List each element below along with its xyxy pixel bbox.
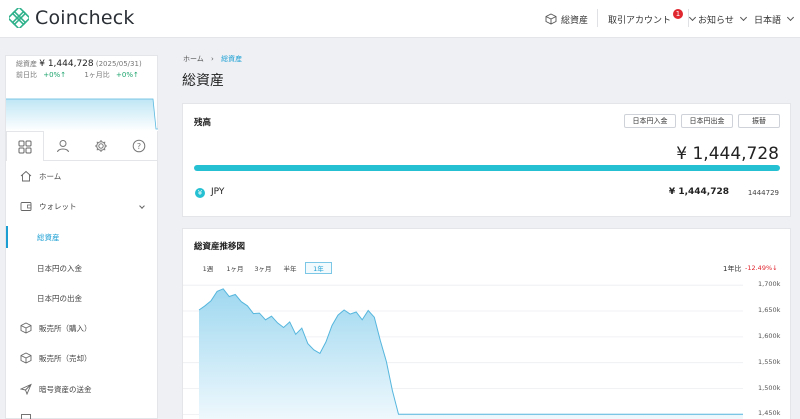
balance-total: ¥ 1,444,728	[676, 144, 779, 164]
cube-icon	[19, 321, 33, 335]
sidebar-item-label: 販売所（購入）	[39, 323, 92, 333]
breadcrumb-home[interactable]: ホーム	[183, 55, 204, 63]
range-1m-button[interactable]: 1ヶ月	[224, 262, 246, 274]
grid-icon	[18, 140, 32, 153]
notification-badge: 1	[673, 9, 684, 19]
gear-icon	[95, 140, 107, 152]
list-icon	[19, 412, 33, 419]
sidebar-item-home[interactable]: ホーム	[6, 161, 158, 191]
cube-icon	[19, 351, 33, 365]
sidebar-item-label: 日本円の入金	[37, 263, 82, 273]
summary-total-value: ¥ 1,444,728	[39, 59, 94, 69]
asset-area	[199, 288, 743, 419]
change-label: 1年比	[723, 265, 742, 273]
sidebar-item-jpy-withdraw[interactable]: 日本円の出金	[6, 283, 158, 313]
summary-date: (2025/05/31)	[95, 60, 142, 68]
nav-total-assets-label: 総資産	[561, 15, 589, 26]
page-title: 総資産	[182, 73, 224, 89]
chevron-down-icon	[139, 203, 145, 209]
range-6m-button[interactable]: 半年	[280, 262, 300, 274]
cube-icon	[545, 13, 557, 25]
nav-total-assets[interactable]: 総資産	[545, 9, 588, 29]
wallet-icon	[19, 199, 33, 213]
tab-help[interactable]: ?	[120, 131, 158, 161]
tab-account[interactable]	[44, 131, 82, 161]
currency-amount: 1444729	[747, 189, 779, 197]
range-1y-button[interactable]: 1年	[305, 262, 332, 274]
tab-menu[interactable]	[6, 131, 44, 161]
history-title: 総資産推移図	[194, 242, 246, 252]
sidebar-item-partial[interactable]	[6, 404, 158, 419]
mini-asset-chart	[6, 98, 158, 131]
balance-title: 残高	[194, 118, 212, 128]
sidebar: 総資産 ¥ 1,444,728 (2025/05/31) 前日比 +0%↑ 1ヶ…	[5, 55, 158, 419]
change-value: -12.49%↓	[745, 264, 778, 272]
language-selector[interactable]: 日本語	[754, 9, 795, 29]
transfer-button[interactable]: 振替	[738, 114, 780, 128]
chevron-down-icon	[688, 13, 697, 21]
user-icon	[57, 140, 69, 153]
sidebar-item-total-assets[interactable]: 総資産	[6, 222, 158, 252]
summary-total-row: 総資産 ¥ 1,444,728 (2025/05/31)	[16, 59, 142, 69]
currency-name: JPY	[211, 187, 225, 197]
currency-value: ¥ 1,444,728	[668, 187, 729, 197]
nav-trading-account-label: 取引アカウント	[608, 15, 672, 26]
top-header: Coincheck 総資産 取引アカウント 1 お知らせ 日本語	[0, 0, 800, 38]
sidebar-item-wallet[interactable]: ウォレット	[6, 191, 158, 221]
sidebar-item-label: 総資産	[37, 232, 60, 242]
sidebar-tabs: ?	[6, 131, 158, 161]
breadcrumb-separator: ›	[211, 55, 214, 63]
svg-text:?: ?	[137, 142, 141, 151]
nav-trading-account[interactable]: 取引アカウント 1	[608, 9, 697, 29]
yen-icon: ¥	[195, 188, 205, 198]
prev-day-value: +0%↑	[43, 71, 67, 79]
y-tick-label: 1,450k	[758, 409, 781, 418]
send-icon	[19, 382, 33, 396]
chevron-down-icon	[786, 13, 795, 21]
prev-month-label: 1ヶ月比	[84, 71, 110, 79]
y-tick-label: 1,500k	[758, 383, 781, 392]
sidebar-item-exchange-buy[interactable]: 販売所（購入）	[6, 313, 158, 343]
chevron-down-icon	[739, 13, 747, 21]
asset-share-bar	[194, 165, 780, 171]
breadcrumb-current: 総資産	[221, 55, 243, 63]
y-tick-label: 1,700k	[758, 280, 781, 289]
summary-total-label: 総資産	[16, 60, 37, 68]
sidebar-item-crypto-send[interactable]: 暗号資産の送金	[6, 374, 158, 404]
sidebar-item-label: 販売所（売却）	[39, 353, 92, 363]
tab-settings[interactable]	[82, 131, 120, 161]
prev-month-value: +0%↑	[116, 71, 139, 79]
nav-notices[interactable]: お知らせ	[698, 9, 747, 29]
coincheck-logo-icon	[9, 8, 29, 28]
range-3m-button[interactable]: 3ヶ月	[252, 262, 274, 274]
asset-history-chart	[183, 284, 743, 419]
y-tick-label: 1,600k	[758, 331, 781, 340]
sidebar-item-label: 日本円の出金	[37, 293, 82, 303]
sidebar-item-label: ウォレット	[39, 201, 77, 211]
sidebar-item-exchange-sell[interactable]: 販売所（売却）	[6, 343, 158, 373]
sidebar-item-label: ホーム	[39, 171, 62, 181]
help-icon: ?	[132, 139, 146, 153]
sidebar-item-jpy-deposit[interactable]: 日本円の入金	[6, 253, 158, 283]
home-icon	[19, 169, 33, 183]
jpy-withdraw-button[interactable]: 日本円出金	[681, 114, 733, 128]
y-tick-label: 1,650k	[758, 306, 781, 314]
nav-divider	[597, 9, 598, 27]
brand-logo[interactable]: Coincheck	[9, 7, 135, 29]
nav-divider	[688, 9, 689, 27]
summary-change-row: 前日比 +0%↑ 1ヶ月比 +0%↑	[16, 70, 139, 80]
prev-day-label: 前日比	[16, 71, 37, 79]
language-label: 日本語	[754, 15, 782, 26]
nav-notices-label: お知らせ	[698, 15, 734, 26]
brand-name: Coincheck	[35, 7, 135, 29]
range-1w-button[interactable]: 1週	[200, 262, 216, 274]
y-tick-label: 1,550k	[758, 357, 781, 366]
jpy-deposit-button[interactable]: 日本円入金	[624, 114, 676, 128]
breadcrumb: ホーム › 総資産	[183, 54, 242, 64]
sidebar-item-label: 暗号資産の送金	[39, 384, 92, 394]
